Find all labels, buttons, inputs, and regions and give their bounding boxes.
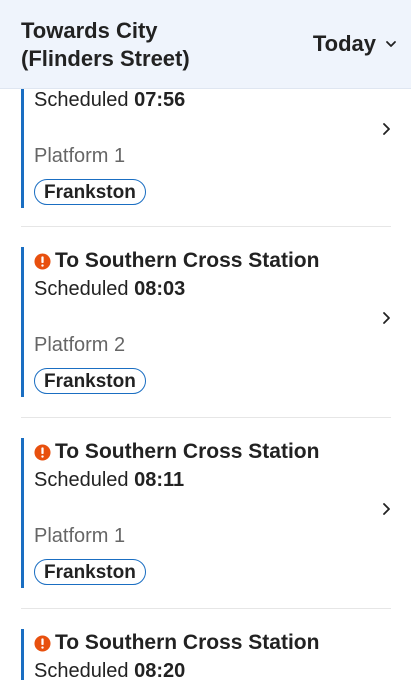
scheduled-time: Scheduled 08:11 — [34, 469, 184, 492]
platform-label: Platform 1 — [34, 525, 126, 547]
chevron-down-icon — [386, 41, 396, 47]
line-badge: Frankston — [34, 559, 146, 585]
title-line-2: (Flinders Street) — [21, 46, 190, 71]
scheduled-time: Scheduled 08:03 — [34, 278, 185, 301]
day-selector-label: Today — [312, 31, 376, 56]
divider — [21, 226, 391, 227]
destination-row: To Southern Cross Station — [34, 438, 319, 466]
destination-row: To Southern Cross Station — [34, 247, 319, 275]
scheduled-label: Scheduled — [34, 469, 135, 491]
destination-text: To Southern Cross Station — [55, 249, 320, 272]
line-color-bar — [21, 438, 24, 588]
scheduled-time: Scheduled 07:56 — [34, 89, 185, 112]
scheduled-time-value: 08:03 — [134, 278, 186, 300]
departures-list: Scheduled 07:56 Platform 1 Frankston To … — [0, 0, 411, 680]
page-title: Towards City (Flinders Street) — [21, 17, 190, 73]
chevron-right-icon — [383, 503, 390, 515]
day-selector[interactable]: Today — [313, 30, 397, 58]
divider — [21, 417, 391, 418]
alert-circle-icon — [34, 443, 51, 461]
line-badge: Frankston — [34, 368, 146, 394]
line-badge: Frankston — [34, 179, 146, 205]
departure-card[interactable]: To Southern Cross Station Scheduled 08:0… — [21, 247, 391, 397]
destination-text: To Southern Cross Station — [55, 440, 320, 463]
page-header: Towards City (Flinders Street) Today — [0, 0, 411, 89]
scheduled-label: Scheduled — [34, 278, 135, 300]
chevron-right-icon — [383, 312, 390, 324]
departure-card[interactable]: To Southern Cross Station Scheduled 08:2… — [21, 629, 391, 680]
title-line-1: Towards City — [21, 18, 158, 43]
scheduled-time: Scheduled 08:20 — [34, 660, 185, 680]
scheduled-time-value: 08:20 — [134, 660, 186, 680]
alert-circle-icon — [34, 634, 51, 652]
departure-card[interactable]: To Southern Cross Station Scheduled 08:1… — [21, 438, 391, 588]
chevron-right-icon — [383, 123, 390, 135]
destination-row: To Southern Cross Station — [34, 629, 319, 657]
scheduled-time-value: 08:11 — [134, 469, 185, 491]
line-color-bar — [21, 247, 24, 397]
platform-label: Platform 2 — [34, 334, 126, 356]
scheduled-label: Scheduled — [34, 660, 135, 680]
divider — [21, 608, 391, 609]
line-color-bar — [21, 629, 24, 680]
scheduled-label: Scheduled — [34, 89, 135, 111]
scheduled-time-value: 07:56 — [134, 89, 186, 111]
destination-text: To Southern Cross Station — [55, 631, 320, 654]
platform-label: Platform 1 — [34, 145, 126, 167]
alert-circle-icon — [34, 252, 51, 270]
